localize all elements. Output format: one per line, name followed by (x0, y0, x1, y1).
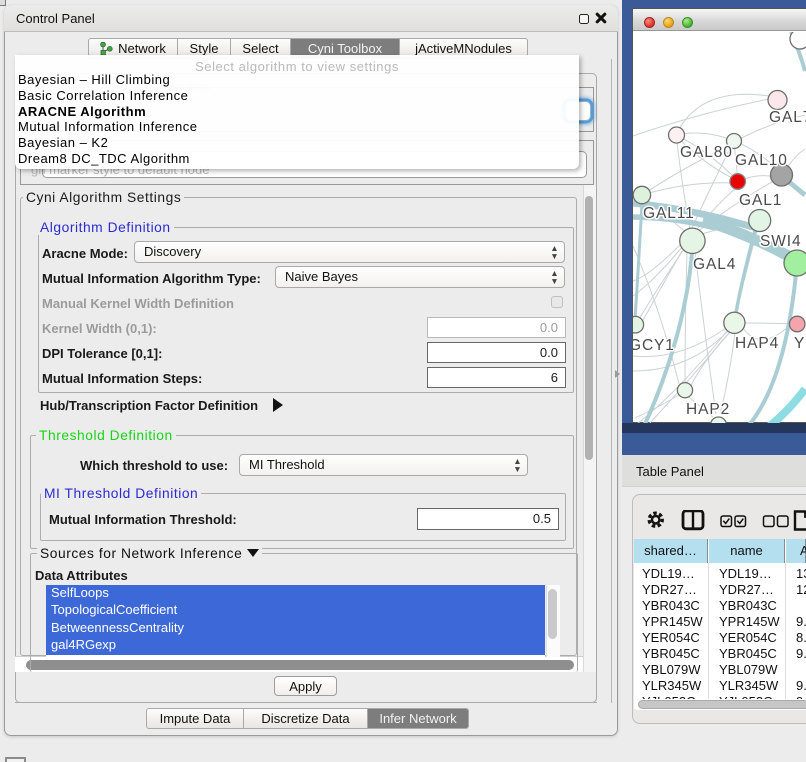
svg-text:HAP2: HAP2 (686, 401, 730, 418)
svg-text:GAL7: GAL7 (769, 109, 806, 126)
svg-text:GAL1: GAL1 (739, 192, 782, 209)
svg-text:GAL10: GAL10 (735, 152, 788, 169)
svg-text:HAP4: HAP4 (735, 335, 779, 352)
svg-text:GAL80: GAL80 (680, 144, 733, 161)
svg-text:SWI4: SWI4 (760, 233, 802, 250)
svg-text:GAL4: GAL4 (693, 256, 736, 273)
svg-text:YM: YM (794, 335, 806, 352)
svg-text:GCY1: GCY1 (633, 337, 675, 354)
svg-text:GAL11: GAL11 (643, 205, 695, 222)
